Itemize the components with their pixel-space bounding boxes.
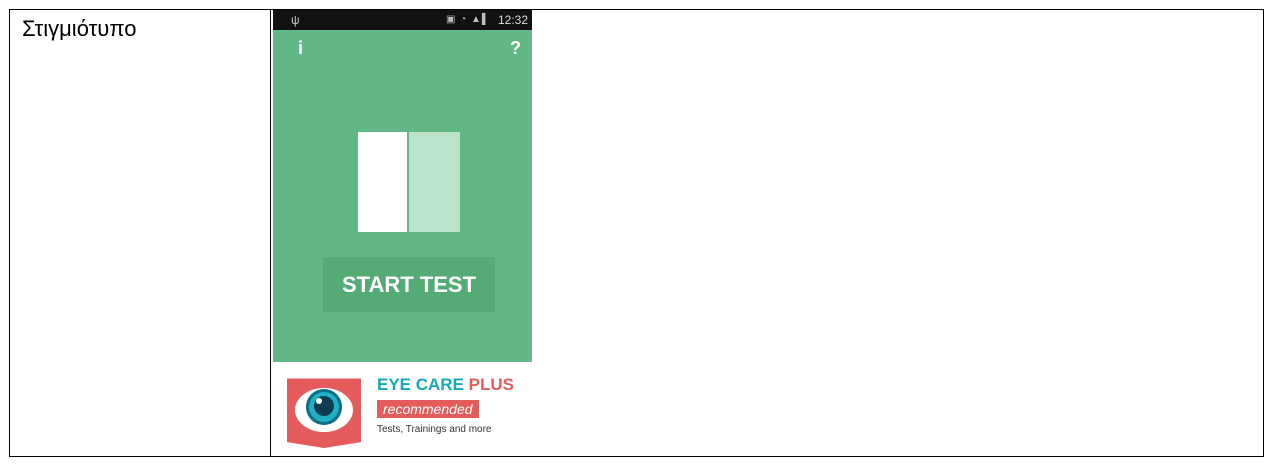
column-divider: [270, 10, 271, 456]
usb-icon: ψ: [291, 13, 300, 27]
vision-panel-left: [358, 132, 407, 232]
ad-banner[interactable]: EYE CARE PLUS recommended Tests, Trainin…: [273, 362, 532, 455]
eye-care-logo-icon: [287, 378, 361, 448]
help-button[interactable]: ?: [510, 38, 521, 59]
ad-badge: recommended: [377, 400, 479, 418]
eye-glint: [316, 398, 322, 404]
vision-test-icon: [358, 132, 460, 232]
row-label: Στιγμιότυπο: [22, 16, 137, 41]
ad-title-main: EYE CARE: [377, 375, 469, 394]
ad-subtitle: Tests, Trainings and more: [377, 424, 492, 435]
info-button[interactable]: i: [298, 38, 303, 59]
phone-screenshot: ψ ▣ ◔ ▲▌ 12:32 i ? START TEST EYE CARE P…: [273, 10, 532, 455]
start-test-button[interactable]: START TEST: [323, 257, 495, 312]
vision-panel-right: [409, 132, 460, 232]
screenshot-table: Στιγμιότυπο: [9, 9, 1264, 457]
status-bar: ψ ▣ ◔ ▲▌ 12:32: [273, 10, 532, 30]
status-time: 12:32: [497, 13, 528, 27]
ad-title-accent: PLUS: [468, 375, 514, 394]
status-icons: ▣ ◔ ▲▌: [445, 14, 490, 25]
ad-title: EYE CARE PLUS: [377, 375, 514, 395]
